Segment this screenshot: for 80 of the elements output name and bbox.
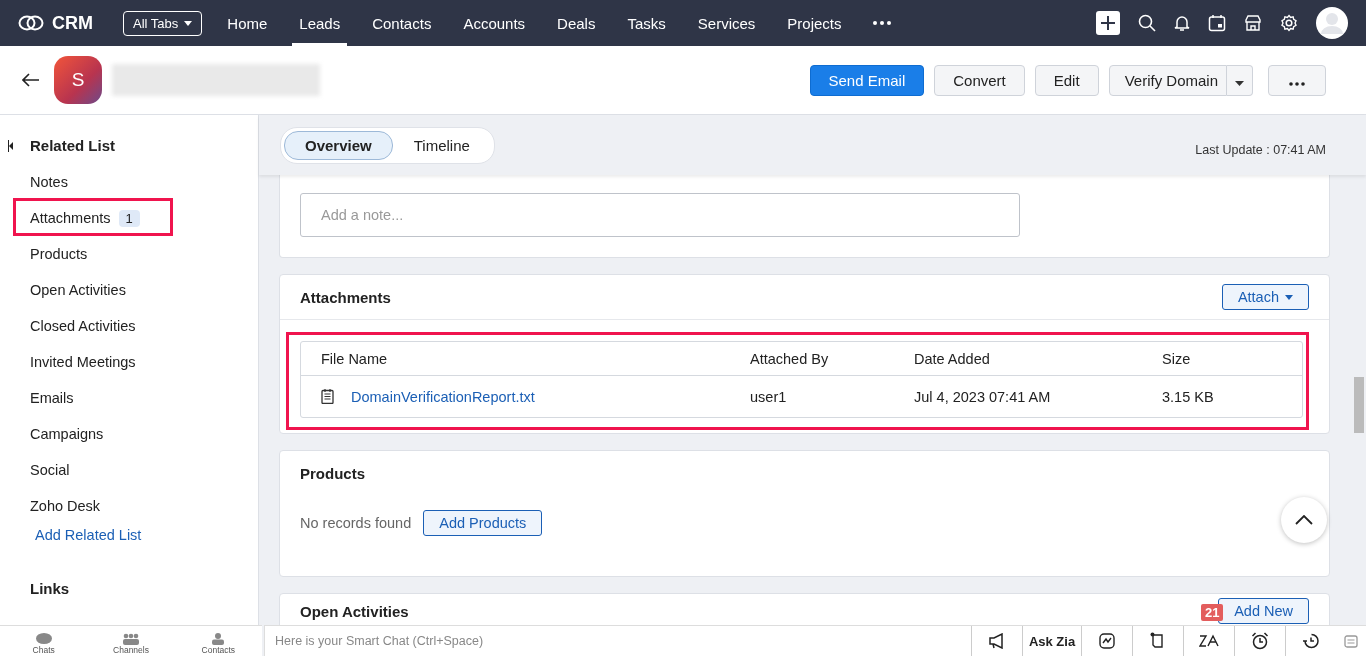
convert-button[interactable]: Convert: [934, 64, 1025, 96]
megaphone-icon: [988, 633, 1006, 649]
calendar-icon[interactable]: [1208, 14, 1226, 32]
related-list-item[interactable]: Zoho Desk: [30, 498, 101, 514]
back-arrow-icon[interactable]: [22, 73, 40, 87]
file-link[interactable]: DomainVerificationReport.txt: [351, 388, 535, 405]
related-list-item[interactable]: Open Activities: [30, 282, 126, 298]
nav-tab[interactable]: Home: [220, 0, 275, 46]
message-icon: [1344, 634, 1358, 648]
add-related-list-link[interactable]: Add Related List: [8, 527, 258, 543]
contacts-button[interactable]: Contacts: [174, 625, 263, 656]
history-icon: [1302, 632, 1320, 650]
caret-icon: [1285, 294, 1293, 300]
group-icon: [122, 633, 140, 645]
section-title: Attachments: [300, 288, 391, 306]
column-header: Date Added: [914, 350, 991, 367]
store-icon[interactable]: [1244, 14, 1262, 32]
related-list-item[interactable]: Products: [30, 246, 88, 262]
table-cell-text: Jul 4, 2023 07:41 AM: [914, 388, 1052, 405]
related-list-item[interactable]: Emails: [30, 390, 74, 406]
dropdown-caret-button[interactable]: [1227, 64, 1253, 96]
scroll-to-top-button[interactable]: [1281, 497, 1327, 543]
column-header: Attached By: [750, 350, 830, 367]
app-name: CRM: [52, 12, 93, 34]
related-list-item[interactable]: Attachments: [30, 210, 111, 226]
linked-rings-logo-icon: [18, 14, 44, 32]
add-new-button[interactable]: Add New: [1218, 598, 1309, 624]
count-badge: 1: [118, 209, 140, 227]
user-avatar-icon[interactable]: [1316, 7, 1348, 39]
view-tab[interactable]: Timeline: [392, 130, 491, 160]
zia-icon: [1199, 634, 1219, 648]
add-icon[interactable]: [1096, 11, 1120, 35]
last-update-text: Last Update : 07:41 AM: [1195, 143, 1326, 157]
more-icon: [1289, 81, 1305, 86]
chats-button[interactable]: Chats: [0, 625, 88, 656]
links-heading: Links: [29, 580, 71, 597]
search-icon[interactable]: [1138, 14, 1156, 32]
chat-bubble-icon: [34, 633, 53, 645]
record-avatar: S: [54, 56, 102, 104]
edit-button[interactable]: Edit: [1034, 64, 1099, 96]
related-list-item[interactable]: Notes: [30, 174, 68, 190]
related-list-item[interactable]: Campaigns: [30, 426, 104, 442]
collapse-icon[interactable]: [8, 139, 14, 152]
section-title: Open Activities: [300, 602, 409, 620]
nav-tab[interactable]: Contacts: [365, 0, 439, 46]
settings-icon[interactable]: [1280, 14, 1298, 32]
view-tab[interactable]: Overview: [284, 130, 393, 160]
empty-message: No records found: [300, 515, 412, 531]
chart-icon: [1099, 633, 1115, 649]
caret-icon: [1235, 80, 1244, 86]
nav-tab[interactable]: Deals: [550, 0, 603, 46]
section-title: Products: [300, 465, 366, 482]
related-list-item[interactable]: Social: [30, 462, 70, 478]
smart-chat-field[interactable]: Here is your Smart Chat (Ctrl+Space): [264, 625, 971, 656]
more-icon[interactable]: [872, 21, 891, 25]
note-icon: [1150, 632, 1166, 650]
notification-count-badge: 21: [1201, 604, 1224, 621]
column-header: Size: [1162, 350, 1192, 367]
nav-tab[interactable]: Projects: [780, 0, 849, 46]
table-cell-text: 3.15 KB: [1162, 388, 1215, 405]
related-list-item[interactable]: Closed Activities: [30, 318, 136, 334]
nav-tab[interactable]: Accounts: [456, 0, 533, 46]
attach-button[interactable]: Attach: [1221, 284, 1309, 310]
column-header: File Name: [321, 350, 389, 367]
chevron-up-icon: [1295, 515, 1313, 525]
send-email-button[interactable]: Send Email: [809, 64, 925, 96]
all-tabs-dropdown[interactable]: All Tabs: [123, 10, 203, 36]
caret-icon: [184, 20, 193, 26]
table-cell-text: user1: [750, 388, 788, 405]
related-list-heading: Related List: [30, 137, 116, 154]
alarm-clock-icon: [1251, 632, 1269, 650]
add-products-button[interactable]: Add Products: [423, 510, 543, 536]
verify-domain-button[interactable]: Verify Domain: [1108, 64, 1227, 96]
nav-tab[interactable]: Services: [690, 0, 763, 46]
note-input-field[interactable]: Add a note...: [300, 193, 1020, 237]
channels-button[interactable]: Channels: [87, 625, 175, 656]
related-list-item[interactable]: Invited Meetings: [30, 354, 136, 370]
document-icon: [321, 389, 334, 404]
bell-icon[interactable]: [1174, 14, 1190, 32]
nav-tab[interactable]: Tasks: [620, 0, 673, 46]
